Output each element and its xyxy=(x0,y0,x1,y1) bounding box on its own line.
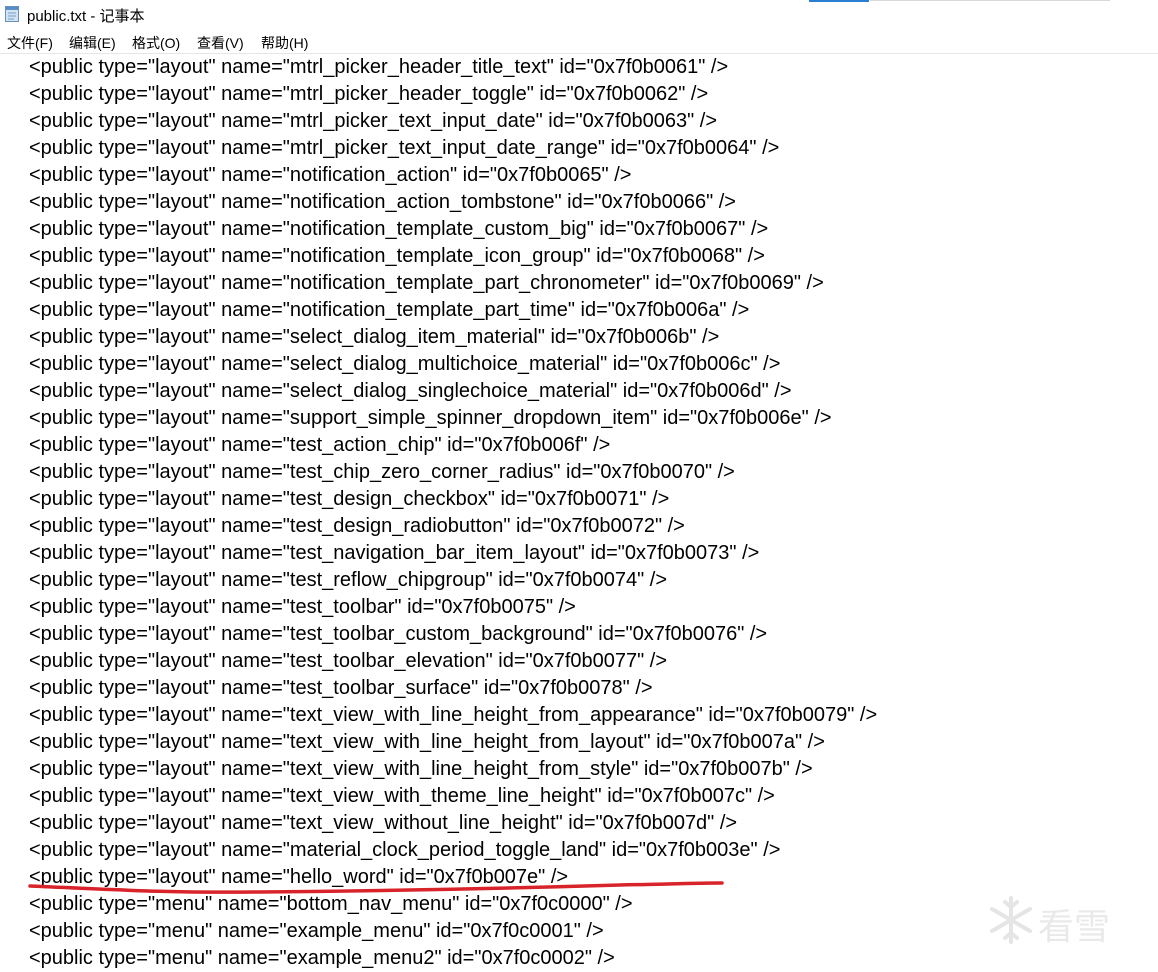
text-line: <public type="layout" name="test_design_… xyxy=(29,488,670,510)
text-line: <public type="layout" name="mtrl_picker_… xyxy=(29,83,709,105)
menu-view[interactable]: 查看(V) xyxy=(196,33,245,53)
text-line: <public type="layout" name="support_simp… xyxy=(29,407,832,429)
text-line: <public type="layout" name="text_view_wi… xyxy=(29,758,813,780)
highlighted-text-line: <public type="layout" name="hello_word" … xyxy=(29,866,569,888)
text-line: <public type="layout" name="test_action_… xyxy=(29,434,611,456)
text-line: <public type="layout" name="test_reflow_… xyxy=(29,569,668,591)
text-line: <public type="layout" name="text_view_wi… xyxy=(29,731,825,753)
text-line: <public type="layout" name="material_clo… xyxy=(29,839,781,861)
text-editor[interactable]: <public type="layout" name="mtrl_picker_… xyxy=(0,54,1158,972)
text-line: <public type="menu" name="bottom_nav_men… xyxy=(29,893,633,915)
text-line: <public type="layout" name="mtrl_picker_… xyxy=(29,137,780,159)
text-line: <public type="layout" name="test_design_… xyxy=(29,515,685,537)
menu-edit[interactable]: 编辑(E) xyxy=(68,33,117,53)
text-line: <public type="layout" name="mtrl_picker_… xyxy=(29,56,729,78)
window-title: public.txt - 记事本 xyxy=(27,8,145,25)
menu-help[interactable]: 帮助(H) xyxy=(260,33,309,53)
text-line: <public type="layout" name="test_toolbar… xyxy=(29,650,668,672)
notepad-icon xyxy=(5,6,19,22)
menu-bar: 文件(F) 编辑(E) 格式(O) 查看(V) 帮助(H) xyxy=(0,30,1158,54)
watermark: 看雪 xyxy=(986,890,1146,950)
text-line: <public type="layout" name="text_view_wi… xyxy=(29,704,878,726)
title-bar[interactable]: public.txt - 记事本 xyxy=(0,0,1158,30)
text-line: <public type="layout" name="text_view_wi… xyxy=(29,785,775,807)
text-line: <public type="layout" name="test_toolbar… xyxy=(29,677,653,699)
text-line: <public type="layout" name="select_dialo… xyxy=(29,326,720,348)
title-accent-bar xyxy=(809,0,869,2)
text-line: <public type="layout" name="select_dialo… xyxy=(29,380,792,402)
text-line: <public type="layout" name="notification… xyxy=(29,218,769,240)
text-line: <public type="layout" name="notification… xyxy=(29,299,750,321)
text-line: <public type="layout" name="notification… xyxy=(29,191,736,213)
menu-file[interactable]: 文件(F) xyxy=(6,33,54,53)
text-line: <public type="layout" name="test_navigat… xyxy=(29,542,760,564)
title-divider xyxy=(870,0,1110,1)
text-line: <public type="layout" name="notification… xyxy=(29,245,765,267)
text-line: <public type="menu" name="example_menu" … xyxy=(29,920,604,942)
text-line: <public type="layout" name="test_toolbar… xyxy=(29,596,576,618)
menu-format[interactable]: 格式(O) xyxy=(131,33,181,53)
text-line: <public type="layout" name="notification… xyxy=(29,272,824,294)
text-line: <public type="layout" name="select_dialo… xyxy=(29,353,781,375)
notepad-window: public.txt - 记事本 文件(F) 编辑(E) 格式(O) 查看(V)… xyxy=(0,0,1158,972)
text-line: <public type="layout" name="text_view_wi… xyxy=(29,812,738,834)
snowflake-icon xyxy=(990,896,1032,944)
text-line: <public type="layout" name="test_toolbar… xyxy=(29,623,768,645)
watermark-text: 看雪 xyxy=(1038,907,1111,948)
text-line: <public type="layout" name="mtrl_picker_… xyxy=(29,110,718,132)
text-line: <public type="layout" name="notification… xyxy=(29,164,632,186)
text-line: <public type="menu" name="example_menu2"… xyxy=(29,947,615,969)
text-line: <public type="layout" name="test_chip_ze… xyxy=(29,461,735,483)
